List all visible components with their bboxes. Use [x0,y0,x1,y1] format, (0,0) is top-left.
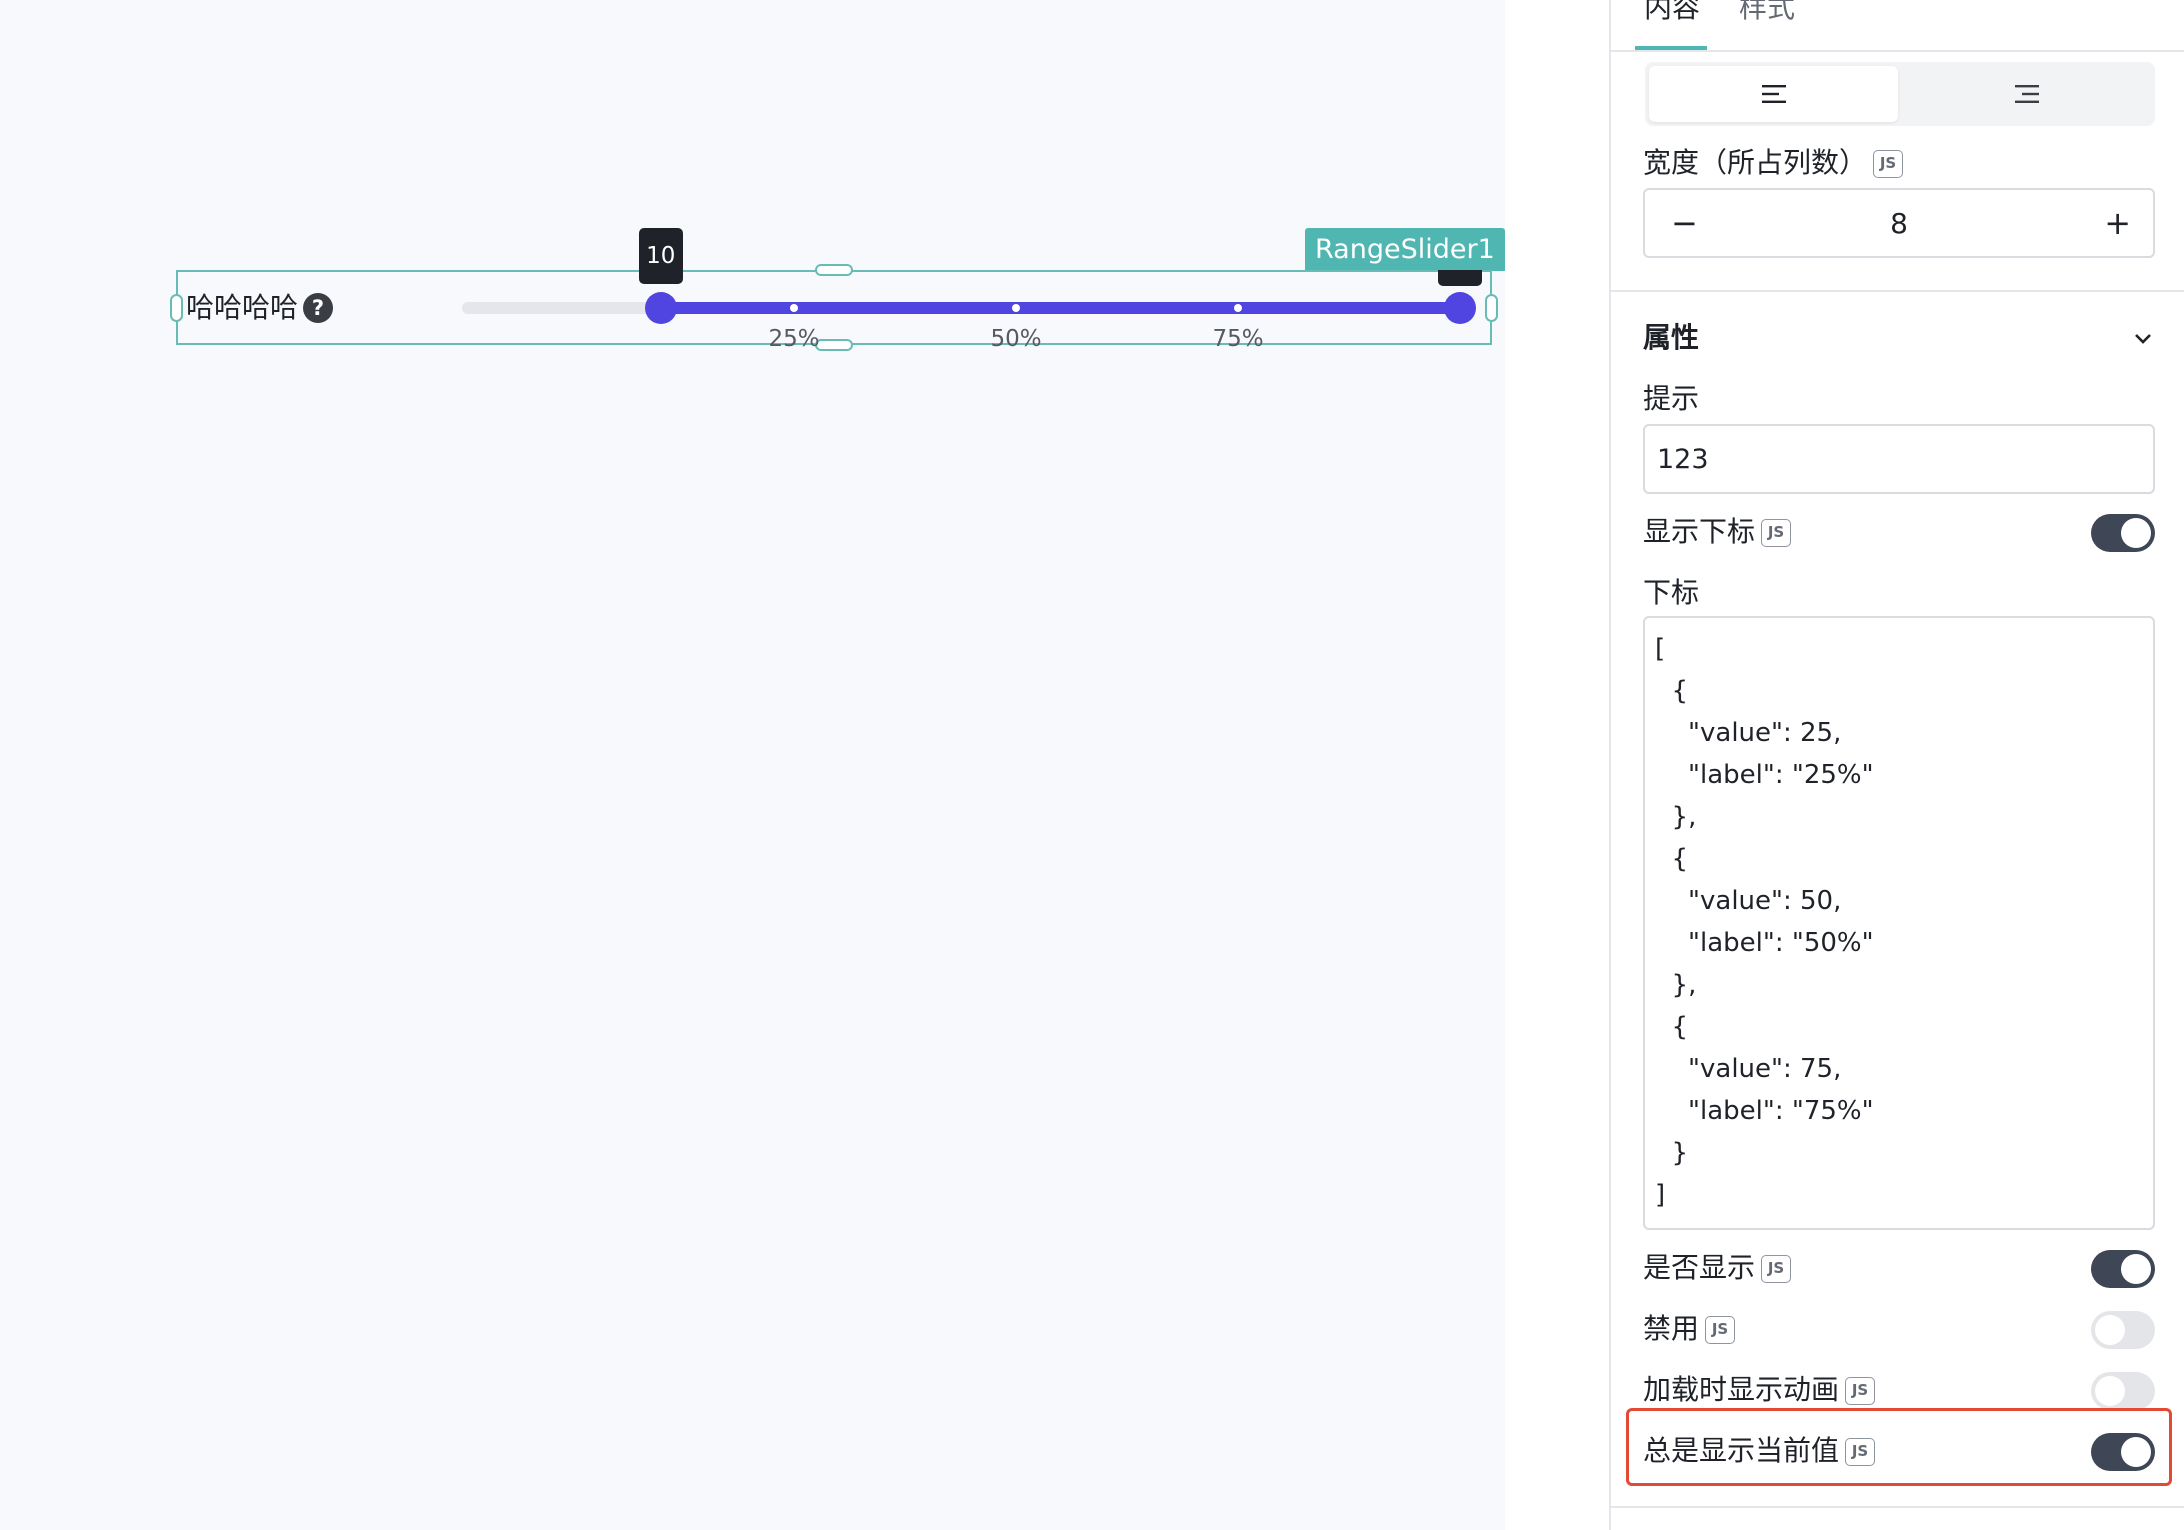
switch-knob [2095,1376,2125,1406]
alignment-toggle [1645,62,2155,126]
code-line: { [1655,844,1689,874]
slider-mark-label: 25% [768,326,820,352]
code-line: "value": 25, [1655,718,1842,748]
code-line: [ [1655,634,1666,664]
resize-handle-top[interactable] [815,264,853,276]
question-circle-icon[interactable]: ? [303,293,333,323]
align-right-icon [2014,85,2039,103]
hint-label: 提示 [1643,382,1700,415]
section-divider [1611,290,2184,292]
slider-mark-dot [1012,304,1020,312]
slider-mark-label: 75% [1212,326,1264,352]
switch-knob [2121,1437,2151,1467]
resize-handle-left[interactable] [170,294,183,322]
loading-switch[interactable] [2091,1372,2155,1410]
code-line: "label": "75%" [1655,1096,1874,1126]
slider-mark-dot [790,304,798,312]
hint-input[interactable] [1643,424,2155,494]
js-badge[interactable]: JS [1761,1255,1792,1283]
panel-bottom-divider [1611,1506,2184,1508]
always-show-label: 总是显示当前值 JS [1643,1433,1876,1469]
switch-knob [2121,518,2151,548]
section-title[interactable]: 属性 [1643,320,1699,356]
value-tooltip-end [1438,270,1482,286]
visible-label: 是否显示 JS [1643,1250,1792,1286]
align-left-icon [1761,85,1786,103]
editor-canvas: RangeSlider1 哈哈哈哈 ? 25% 50% 75% 10 [0,0,1505,1530]
slider-mark-label: 50% [990,326,1042,352]
properties-panel: 内容 样式 宽度（所占列数） JS − 8 + 属性 提示 123 显示下标 J… [1609,0,2184,1530]
switch-knob [2121,1254,2151,1284]
increment-button[interactable]: + [2104,200,2131,246]
tab-style[interactable]: 样式 [1739,0,1795,26]
panel-tabs: 内容 样式 [1611,0,2184,52]
value-tooltip-start: 10 [638,228,683,284]
slider-mark-dot [1234,304,1242,312]
marks-label: 下标 [1643,576,1700,609]
chevron-down-icon[interactable] [2131,330,2155,348]
js-badge[interactable]: JS [1761,519,1792,547]
code-line: "label": "25%" [1655,760,1874,790]
align-right-button[interactable] [1902,66,2151,122]
width-value[interactable]: 8 [1645,202,2153,246]
canvas-gutter [1505,0,1609,1530]
tab-active-indicator [1635,46,1707,50]
disabled-label: 禁用 JS [1643,1311,1736,1347]
tab-content[interactable]: 内容 [1644,0,1700,26]
align-left-button[interactable] [1649,66,1898,122]
code-line: }, [1655,802,1697,832]
code-line: ] [1655,1180,1666,1210]
js-badge[interactable]: JS [1873,150,1904,178]
code-line: { [1655,1012,1689,1042]
width-stepper: − 8 + [1643,188,2155,258]
resize-handle-right[interactable] [1485,294,1498,322]
loading-label: 加载时显示动画 JS [1643,1372,1876,1408]
disabled-switch[interactable] [2091,1311,2155,1349]
slider-track [660,302,1460,314]
always-show-switch[interactable] [2091,1433,2155,1471]
js-badge[interactable]: JS [1705,1316,1736,1344]
code-line: { [1655,676,1689,706]
code-line: "value": 50, [1655,886,1842,916]
js-badge[interactable]: JS [1845,1377,1876,1405]
visible-switch[interactable] [2091,1250,2155,1288]
component-name-tag[interactable]: RangeSlider1 [1305,228,1505,271]
slider-thumb-start[interactable] [644,292,677,324]
js-badge[interactable]: JS [1845,1438,1876,1466]
slider-label: 哈哈哈哈 [186,291,299,324]
show-marks-switch[interactable] [2091,514,2155,552]
slider-thumb-end[interactable] [1444,292,1476,324]
code-line: "label": "50%" [1655,928,1874,958]
marks-code-editor[interactable]: [ { "value": 25, "label": "25%" }, { "va… [1643,616,2155,1230]
width-label: 宽度（所占列数） JS [1643,145,1904,181]
code-line: } [1655,1138,1689,1168]
code-line: "value": 75, [1655,1054,1842,1084]
switch-knob [2095,1315,2125,1345]
code-line: }, [1655,970,1697,1000]
show-marks-label: 显示下标 JS [1643,514,1792,550]
